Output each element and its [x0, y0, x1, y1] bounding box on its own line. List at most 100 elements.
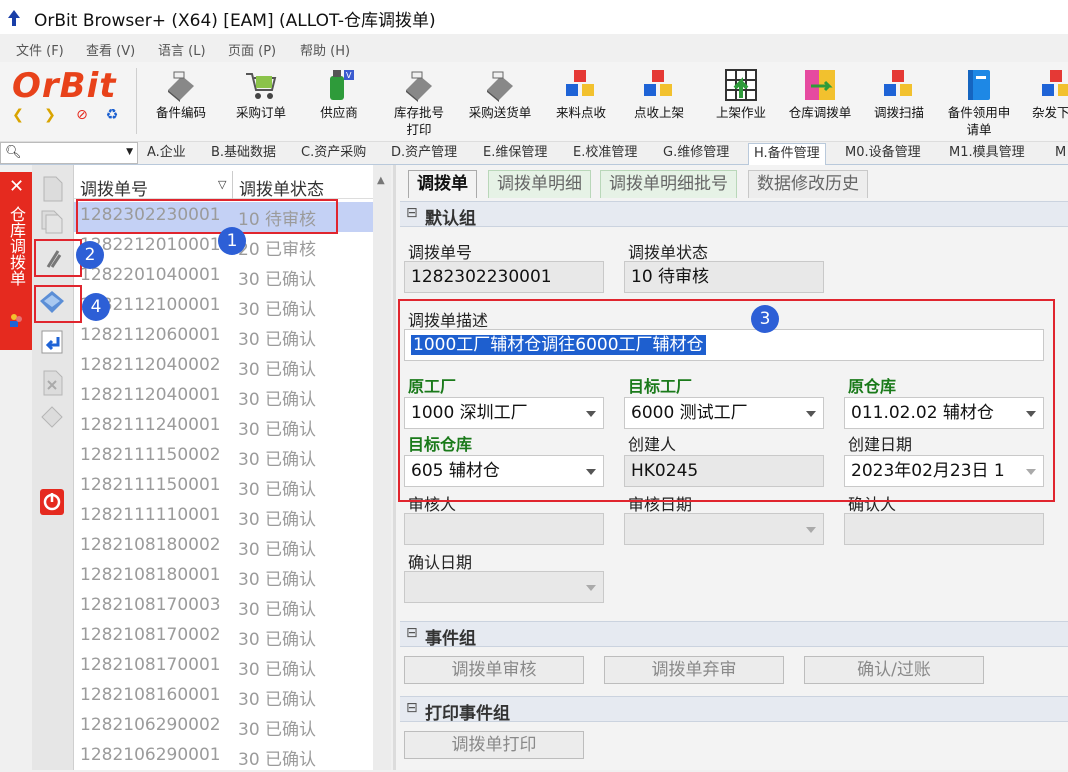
- table-row[interactable]: 1282111110001 30 已确认: [74, 502, 374, 532]
- tab-repair[interactable]: G.维修管理: [658, 143, 734, 165]
- table-row[interactable]: 1282108170001 30 已确认: [74, 652, 374, 682]
- collapse-icon[interactable]: ⊟: [406, 205, 418, 221]
- annotation-badge: 4: [82, 293, 110, 321]
- toolbar-btn-warehouse-transfer[interactable]: 仓库调拨单: [782, 64, 858, 140]
- confirm-post-button[interactable]: 确认/过账: [804, 656, 984, 684]
- cell-status: 30 已确认: [238, 330, 317, 350]
- tab-enterprise[interactable]: A.企业: [142, 143, 191, 165]
- copy-doc-icon[interactable]: [36, 205, 68, 235]
- tab-more[interactable]: M: [1050, 143, 1068, 165]
- annotation-box: [34, 285, 82, 323]
- tab-spare-parts[interactable]: H.备件管理: [748, 143, 826, 166]
- tab-transfer-detail-batch[interactable]: 调拨单明细批号: [600, 170, 737, 198]
- cell-status: 30 已确认: [238, 450, 317, 470]
- table-row[interactable]: 1282108160001 30 已确认: [74, 682, 374, 712]
- table-row[interactable]: 1282108170002 30 已确认: [74, 622, 374, 652]
- delete-doc-icon[interactable]: [36, 367, 68, 397]
- toolbar-label: 来料点收: [555, 105, 606, 120]
- chevron-down-icon[interactable]: [806, 527, 816, 533]
- column-header-status[interactable]: 调拨单状态: [239, 175, 324, 200]
- table-row[interactable]: 1282108180002 30 已确认: [74, 532, 374, 562]
- audit-button[interactable]: 调拨单审核: [404, 656, 584, 684]
- toolbar-btn-transfer-scan[interactable]: 调拨扫描: [864, 64, 934, 140]
- toolbar-label: 调拨扫描: [873, 105, 924, 120]
- new-doc-icon[interactable]: [36, 173, 68, 203]
- tab-asset-management[interactable]: D.资产管理: [386, 143, 462, 165]
- cell-order-no: 1282111150002: [80, 445, 221, 465]
- search-input[interactable]: 🔍︎ ▼: [0, 142, 138, 164]
- collapse-icon[interactable]: ⊟: [406, 625, 418, 641]
- stop-icon[interactable]: ⊘: [74, 107, 90, 123]
- toolbar-btn-requisition[interactable]: 备件领用申请单: [940, 64, 1018, 140]
- toolbar-btn-supplier[interactable]: V 供应商: [304, 64, 374, 140]
- table-row[interactable]: 1282112060001 30 已确认: [74, 322, 374, 352]
- refresh-icon[interactable]: ♻: [104, 107, 120, 123]
- group-header-print[interactable]: ⊟ 打印事件组: [400, 696, 1068, 724]
- toolbar-btn-purchase-order[interactable]: 采购订单: [226, 64, 296, 140]
- table-row[interactable]: 1282112040002 30 已确认: [74, 352, 374, 382]
- toolbar-btn-receive-shelf[interactable]: 点收上架: [624, 64, 694, 140]
- abandon-audit-button[interactable]: 调拨单弃审: [604, 656, 784, 684]
- exit-power-icon[interactable]: [36, 487, 68, 517]
- audit-date-picker[interactable]: [624, 513, 824, 545]
- toolbar-btn-shelving[interactable]: 上架作业: [704, 64, 778, 140]
- menu-file[interactable]: 文件 (F): [16, 40, 64, 59]
- batch-print-scanner-icon: [406, 71, 432, 102]
- scroll-up-icon[interactable]: ▲: [377, 175, 385, 186]
- table-row[interactable]: 1282111150001 30 已确认: [74, 472, 374, 502]
- cell-status: 30 已确认: [238, 750, 317, 770]
- tab-calibration[interactable]: E.校准管理: [568, 143, 642, 165]
- tab-base-data[interactable]: B.基础数据: [206, 143, 281, 165]
- auditor-field[interactable]: [404, 513, 604, 545]
- tab-molds[interactable]: M1.模具管理: [944, 143, 1030, 165]
- tab-transfer-order[interactable]: 调拨单: [408, 170, 477, 198]
- chevron-down-icon[interactable]: [586, 585, 596, 591]
- toolbar-label: 点收上架: [633, 105, 684, 120]
- group-header-default[interactable]: ⊟ 默认组: [400, 201, 1068, 229]
- table-row[interactable]: 1282106290001 30 已确认: [74, 742, 374, 772]
- table-row[interactable]: 1282111240001 30 已确认: [74, 412, 374, 442]
- toolbar-btn-part-code[interactable]: 备件编码: [146, 64, 216, 140]
- order-no-field[interactable]: 1282302230001: [404, 261, 604, 293]
- tab-change-history[interactable]: 数据修改历史: [748, 170, 868, 198]
- warehouse-transfer-icon: [805, 70, 835, 100]
- chevron-down-icon[interactable]: ▼: [126, 147, 133, 157]
- confirm-date-picker[interactable]: [404, 571, 604, 603]
- tab-transfer-detail[interactable]: 调拨单明细: [488, 170, 591, 198]
- nav-forward-icon[interactable]: ❯: [42, 107, 58, 123]
- print-button[interactable]: 调拨单打印: [404, 731, 584, 759]
- table-row[interactable]: 1282112040001 30 已确认: [74, 382, 374, 412]
- cell-order-no: 1282112040002: [80, 355, 221, 375]
- menu-view[interactable]: 查看 (V): [86, 40, 135, 59]
- table-row[interactable]: 1282108180001 30 已确认: [74, 562, 374, 592]
- nav-back-icon[interactable]: ❮: [10, 107, 26, 123]
- toolbar-btn-incoming[interactable]: 来料点收: [546, 64, 616, 140]
- table-row[interactable]: 1282111150002 30 已确认: [74, 442, 374, 472]
- table-row[interactable]: 1282112100001 30 已确认: [74, 292, 374, 322]
- confirmer-field[interactable]: [844, 513, 1044, 545]
- cell-order-no: 1282112040001: [80, 385, 221, 405]
- filter-icon[interactable]: ▽: [218, 178, 226, 191]
- undo-icon[interactable]: [36, 327, 68, 357]
- collapse-icon[interactable]: ⊟: [406, 700, 418, 716]
- menu-page[interactable]: 页面 (P): [228, 40, 276, 59]
- order-no-value: 1282302230001: [411, 267, 552, 287]
- group-header-events[interactable]: ⊟ 事件组: [400, 621, 1068, 649]
- tab-maintenance[interactable]: E.维保管理: [478, 143, 552, 165]
- vertical-scrollbar[interactable]: ▲: [373, 165, 391, 770]
- toolbar-btn-batch-print[interactable]: 库存批号打印: [382, 64, 456, 140]
- toolbar-btn-delivery[interactable]: 采购送货单: [462, 64, 538, 140]
- close-icon[interactable]: ✕: [9, 176, 24, 197]
- menu-language[interactable]: 语言 (L): [158, 40, 206, 59]
- status-field[interactable]: 10 待审核: [624, 261, 824, 293]
- approve-icon[interactable]: [36, 403, 68, 433]
- toolbar-btn-misc-issue[interactable]: 杂发下: [1024, 64, 1068, 140]
- menu-help[interactable]: 帮助 (H): [300, 40, 350, 59]
- tab-equipment[interactable]: M0.设备管理: [840, 143, 926, 165]
- tab-asset-purchase[interactable]: C.资产采购: [296, 143, 371, 165]
- table-row[interactable]: 1282201040001 30 已确认: [74, 262, 374, 292]
- table-row[interactable]: 1282106290002 30 已确认: [74, 712, 374, 742]
- table-row[interactable]: 1282108170003 30 已确认: [74, 592, 374, 622]
- toolbar-label: 仓库调拨单: [788, 105, 852, 120]
- column-header-order-no[interactable]: 调拨单号: [80, 175, 148, 200]
